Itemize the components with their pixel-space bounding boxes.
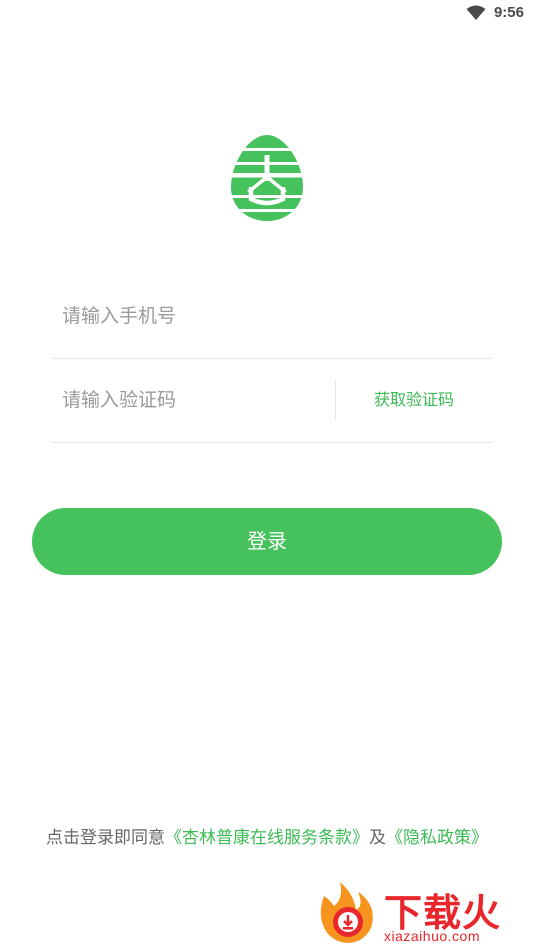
agreement-text: 点击登录即同意《杏林普康在线服务条款》及《隐私政策》: [0, 823, 534, 848]
status-bar: 9:56: [0, 0, 534, 30]
status-time: 9:56: [493, 4, 524, 21]
verification-code-input[interactable]: [62, 358, 322, 442]
watermark: 下载火 xiazaihuo.com: [314, 876, 530, 946]
get-code-button[interactable]: 获取验证码: [336, 358, 492, 442]
phone-field-row: [52, 274, 492, 359]
wifi-icon: [466, 5, 486, 20]
phone-input[interactable]: [62, 274, 482, 358]
code-field-row: 获取验证码: [52, 358, 492, 443]
login-button[interactable]: 登录: [32, 508, 502, 575]
login-screen: 9:56 获取验证码 登录: [0, 0, 534, 949]
watermark-subtitle: xiazaihuo.com: [384, 928, 480, 944]
privacy-link[interactable]: 《隐私政策》: [386, 828, 488, 848]
flame-download-icon: [320, 882, 373, 943]
terms-link[interactable]: 《杏林普康在线服务条款》: [165, 828, 369, 848]
agreement-conjunction: 及: [369, 828, 386, 848]
agreement-prefix: 点击登录即同意: [46, 828, 165, 848]
xinglin-logo-icon: [231, 135, 303, 221]
